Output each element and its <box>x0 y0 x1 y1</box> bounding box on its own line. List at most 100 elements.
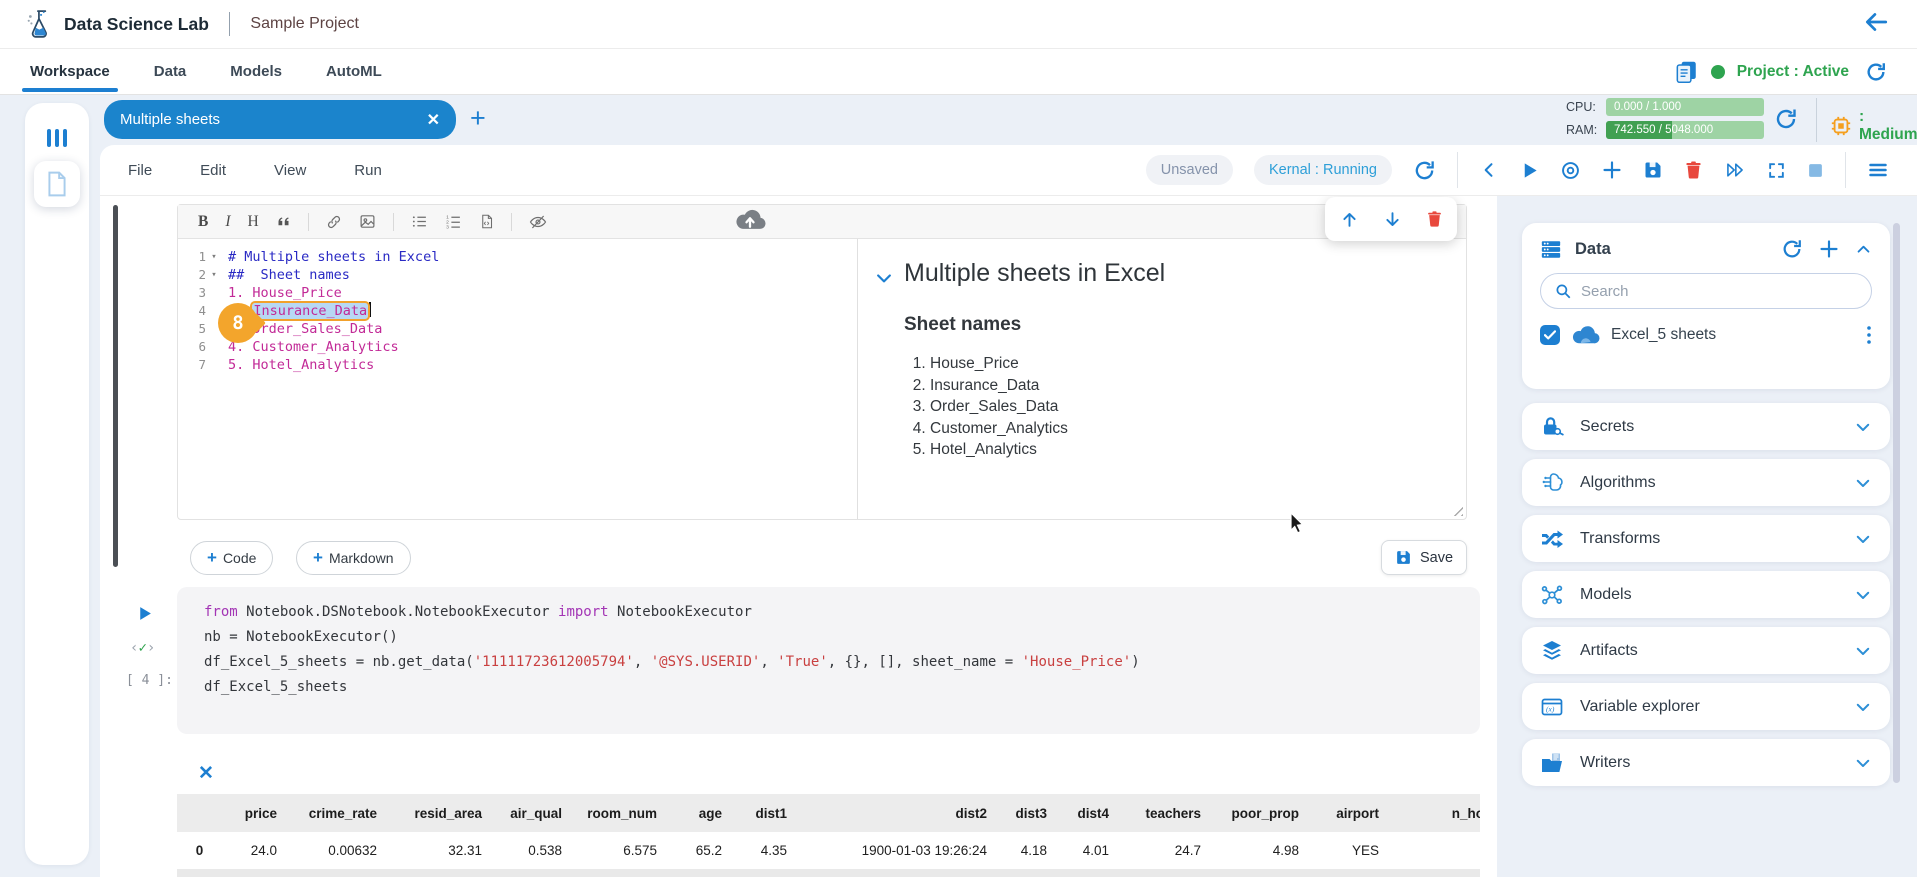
hamburger-menu-icon[interactable] <box>1867 160 1889 180</box>
move-cell-down-icon[interactable] <box>1383 210 1402 229</box>
delete-cell-popup-icon[interactable] <box>1426 210 1443 228</box>
sidebar-section-artifacts[interactable]: Artifacts <box>1522 627 1890 674</box>
run-cell-icon[interactable] <box>1520 161 1539 180</box>
sidebar-section-writers[interactable]: Writers <box>1522 739 1890 786</box>
menu-file[interactable]: File <box>128 162 152 179</box>
editor-line[interactable]: 2▾## Sheet names <box>178 266 857 284</box>
nav-item-models[interactable]: Models <box>230 49 282 95</box>
fold-caret-icon[interactable]: ▾ <box>206 266 222 284</box>
menu-run[interactable]: Run <box>354 162 382 179</box>
search-input[interactable]: Search <box>1540 273 1872 309</box>
markdown-preview: Multiple sheets in Excel Sheet names Hou… <box>857 239 1466 519</box>
dataset-row[interactable]: Excel_5 sheets <box>1540 324 1872 345</box>
nav-item-workspace[interactable]: Workspace <box>30 49 110 95</box>
heading-icon[interactable]: H <box>248 213 259 231</box>
code-document-icon[interactable] <box>479 213 494 230</box>
link-icon[interactable] <box>326 214 342 230</box>
collapse-data-icon[interactable] <box>1855 241 1872 258</box>
tab-close-icon[interactable]: ✕ <box>427 110 440 130</box>
sidebar-section-models[interactable]: Models <box>1522 571 1890 618</box>
code-line[interactable]: df_Excel_5_sheets <box>204 675 1480 700</box>
run-code-cell-icon[interactable] <box>136 605 153 627</box>
row-index: 0 <box>177 832 222 869</box>
quote-icon[interactable] <box>276 214 291 229</box>
chevron-down-icon[interactable] <box>1854 642 1872 660</box>
chevron-down-icon[interactable] <box>1854 586 1872 604</box>
list-item: Order_Sales_Data <box>930 396 1440 418</box>
run-all-icon[interactable] <box>1724 160 1746 180</box>
collapse-panel-icon[interactable] <box>1479 160 1499 180</box>
chevron-down-icon[interactable] <box>1854 530 1872 548</box>
editor-line-selected[interactable]: 42. Insurance_Data <box>178 302 857 320</box>
italic-icon[interactable]: I <box>225 213 230 231</box>
cell-scroll-indicator[interactable] <box>113 205 118 567</box>
preview-toggle-icon[interactable] <box>529 213 547 231</box>
dataframe-table: pricecrime_rateresid_areaair_qualroom_nu… <box>177 794 1480 869</box>
markdown-cell[interactable]: B I H <box>177 204 1467 520</box>
markdown-editor[interactable]: 1▾# Multiple sheets in Excel 2▾## Sheet … <box>178 239 857 519</box>
interrupt-kernel-icon[interactable] <box>1560 160 1581 181</box>
editor-line[interactable]: 31. House_Price <box>178 284 857 302</box>
project-refresh-icon[interactable] <box>1865 61 1887 83</box>
chevron-down-icon[interactable] <box>1854 418 1872 436</box>
dataset-checkbox[interactable] <box>1540 325 1560 345</box>
kernel-refresh-icon[interactable] <box>1413 159 1436 182</box>
sidebar-section-transforms[interactable]: Transforms <box>1522 515 1890 562</box>
menu-view[interactable]: View <box>274 162 306 179</box>
code-line[interactable]: from Notebook.DSNotebook.NotebookExecuto… <box>204 600 1480 625</box>
resources-refresh-icon[interactable] <box>1774 107 1798 136</box>
table-cell: 24.7 <box>1119 832 1211 869</box>
chevron-down-icon[interactable] <box>1854 754 1872 772</box>
editor-line[interactable]: 64. Customer_Analytics <box>178 338 857 356</box>
dataset-menu-icon[interactable] <box>1866 325 1872 345</box>
code-line[interactable]: df_Excel_5_sheets = nb.get_data('1111172… <box>204 650 1480 675</box>
editor-line[interactable]: 53. Order_Sales_Data <box>178 320 857 338</box>
add-cell-icon[interactable] <box>1602 160 1622 180</box>
close-output-icon[interactable]: ✕ <box>198 762 214 785</box>
stop-icon[interactable] <box>1807 162 1824 179</box>
delete-cell-icon[interactable] <box>1684 160 1703 180</box>
menu-edit[interactable]: Edit <box>200 162 226 179</box>
fold-caret-icon[interactable]: ▾ <box>206 248 222 266</box>
numbered-list-icon[interactable]: 123 <box>445 213 462 230</box>
sidebar-section-variable-explorer[interactable]: (x) Variable explorer <box>1522 683 1890 730</box>
code-line[interactable]: nb = NotebookExecutor() <box>204 625 1480 650</box>
add-data-icon[interactable] <box>1819 239 1839 259</box>
chevron-down-icon[interactable] <box>1854 698 1872 716</box>
project-files-icon[interactable] <box>1673 59 1699 85</box>
add-tab-button[interactable]: + <box>470 103 486 133</box>
save-icon <box>1395 549 1412 566</box>
sidebar-scrollbar[interactable] <box>1893 223 1900 783</box>
chevron-down-icon[interactable] <box>1854 474 1872 492</box>
editor-line[interactable]: 75. Hotel_Analytics <box>178 356 857 374</box>
save-cell-button[interactable]: Save <box>1381 540 1467 575</box>
fullscreen-icon[interactable] <box>1767 161 1786 180</box>
bold-icon[interactable]: B <box>198 213 208 231</box>
execution-success-indicator: ‹✓› <box>130 640 155 656</box>
bullet-list-icon[interactable] <box>411 213 428 230</box>
data-refresh-icon[interactable] <box>1781 238 1803 260</box>
editor-line[interactable]: 1▾# Multiple sheets in Excel <box>178 248 857 266</box>
sidebar-section-secrets[interactable]: Secrets <box>1522 403 1890 450</box>
instance-size: : Medium <box>1830 108 1917 144</box>
sidebar-section-algorithms[interactable]: Algorithms <box>1522 459 1890 506</box>
dataframe-output: pricecrime_rateresid_areaair_qualroom_nu… <box>177 794 1480 877</box>
add-markdown-cell-button[interactable]: + Markdown <box>296 541 411 575</box>
nav-item-data[interactable]: Data <box>154 49 187 95</box>
table-row: 024.00.0063232.310.5386.57565.24.351900-… <box>177 832 1480 869</box>
tab-multiple-sheets[interactable]: Multiple sheets ✕ <box>104 100 456 139</box>
cell-resize-handle[interactable] <box>1450 503 1463 516</box>
column-header: teachers <box>1119 794 1211 832</box>
code-cell[interactable]: from Notebook.DSNotebook.NotebookExecuto… <box>177 587 1480 734</box>
image-icon[interactable] <box>359 213 376 230</box>
add-code-cell-button[interactable]: + Code <box>190 541 273 575</box>
table-cell: 4.18 <box>997 832 1057 869</box>
notebook-file-button[interactable] <box>34 161 80 207</box>
panel-toggle-icon[interactable] <box>47 129 67 147</box>
save-notebook-icon[interactable] <box>1643 160 1663 180</box>
nav-item-automl[interactable]: AutoML <box>326 49 382 95</box>
upload-cloud-icon[interactable] <box>734 208 766 235</box>
collapse-chevron-icon[interactable] <box>874 268 894 293</box>
back-arrow-icon[interactable] <box>1861 9 1891 40</box>
move-cell-up-icon[interactable] <box>1340 210 1359 229</box>
